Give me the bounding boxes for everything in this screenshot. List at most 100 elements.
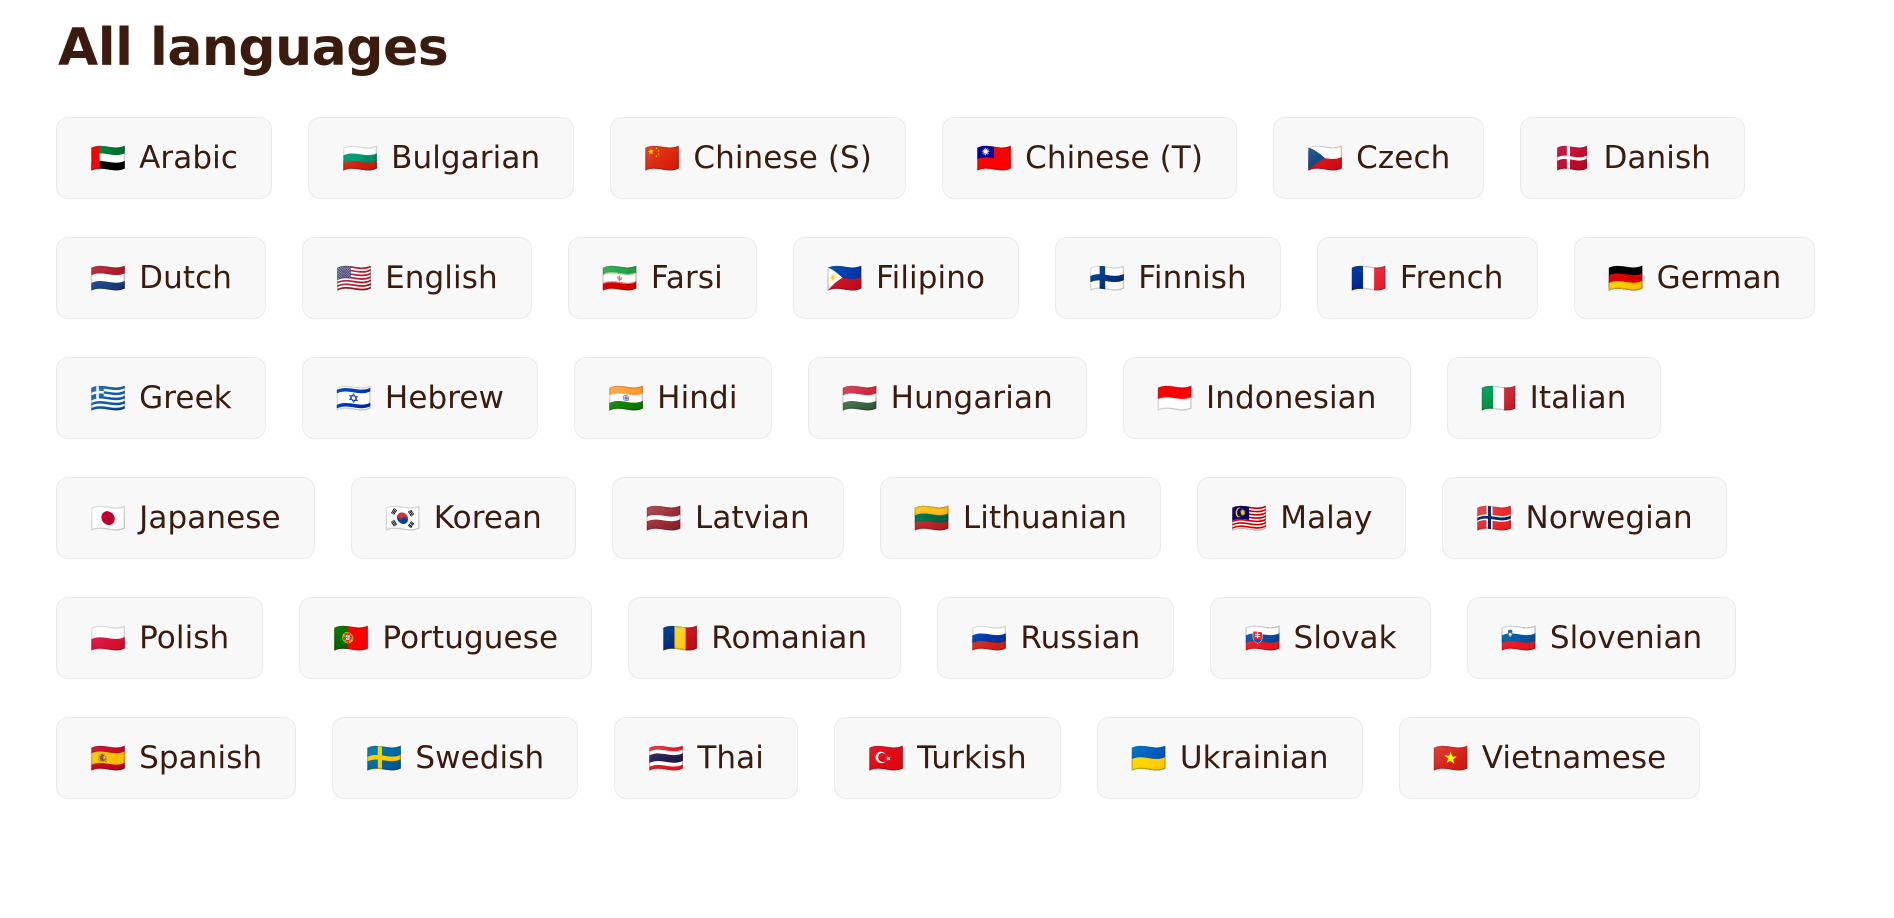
flag-greece-icon: 🇬🇷 bbox=[90, 380, 127, 415]
flag-israel-icon: 🇮🇱 bbox=[335, 380, 372, 415]
flag-china-icon: 🇨🇳 bbox=[644, 140, 681, 175]
language-chip-japanese[interactable]: 🇯🇵 Japanese bbox=[56, 477, 315, 559]
flag-sweden-icon: 🇸🇪 bbox=[366, 740, 403, 775]
language-chip-label: Russian bbox=[1020, 619, 1141, 656]
flag-spain-icon: 🇪🇸 bbox=[90, 740, 127, 775]
language-chip-label: Dutch bbox=[139, 259, 232, 296]
flag-slovenia-icon: 🇸🇮 bbox=[1500, 620, 1537, 655]
language-chip-greek[interactable]: 🇬🇷 Greek bbox=[56, 357, 266, 439]
flag-russia-icon: 🇷🇺 bbox=[971, 620, 1008, 655]
language-chip-filipino[interactable]: 🇵🇭 Filipino bbox=[792, 237, 1020, 319]
language-chip-russian[interactable]: 🇷🇺 Russian bbox=[937, 597, 1175, 679]
flag-romania-icon: 🇷🇴 bbox=[662, 620, 699, 655]
language-chip-label: Bulgarian bbox=[391, 139, 541, 176]
language-chip-label: Portuguese bbox=[382, 619, 559, 656]
language-chip-farsi[interactable]: 🇮🇷 Farsi bbox=[567, 237, 757, 319]
language-chip-label: Filipino bbox=[875, 259, 986, 296]
flag-turkey-icon: 🇹🇷 bbox=[867, 740, 905, 775]
language-chip-danish[interactable]: 🇩🇰 Danish bbox=[1520, 117, 1745, 199]
language-chip-spanish[interactable]: 🇪🇸 Spanish bbox=[56, 717, 297, 799]
flag-denmark-icon: 🇩🇰 bbox=[1554, 140, 1591, 175]
language-chip-korean[interactable]: 🇰🇷 Korean bbox=[350, 477, 576, 559]
flag-iran-icon: 🇮🇷 bbox=[601, 260, 638, 295]
language-chip-label: Korean bbox=[433, 499, 542, 536]
language-chip-indonesian[interactable]: 🇮🇩 Indonesian bbox=[1122, 357, 1411, 439]
flag-latvia-icon: 🇱🇻 bbox=[645, 500, 683, 535]
language-chip-chinese-s[interactable]: 🇨🇳 Chinese (S) bbox=[610, 117, 906, 199]
language-chip-label: Greek bbox=[139, 379, 232, 416]
language-chip-german[interactable]: 🇩🇪 German bbox=[1573, 237, 1816, 319]
language-chip-row: 🇬🇷 Greek 🇮🇱 Hebrew 🇮🇳 Hindi 🇭🇺 Hungarian 🇮🇩 Indon… bbox=[56, 357, 1838, 439]
language-chip-label: English bbox=[385, 259, 498, 296]
flag-vietnam-icon: 🇻🇳 bbox=[1432, 740, 1469, 775]
flag-france-icon: 🇫🇷 bbox=[1350, 260, 1387, 295]
language-chip-ukrainian[interactable]: 🇺🇦 Ukrainian bbox=[1096, 717, 1363, 799]
language-chip-arabic[interactable]: 🇦🇪 Arabic bbox=[56, 117, 272, 199]
language-chip-polish[interactable]: 🇵🇱 Polish bbox=[56, 597, 264, 679]
flag-malaysia-icon: 🇲🇾 bbox=[1231, 500, 1268, 535]
language-chip-vietnamese[interactable]: 🇻🇳 Vietnamese bbox=[1398, 717, 1701, 799]
language-chip-label: Turkish bbox=[917, 739, 1027, 776]
language-chip-label: French bbox=[1399, 259, 1504, 296]
language-chip-english[interactable]: 🇺🇸 English bbox=[301, 237, 532, 319]
language-chip-romanian[interactable]: 🇷🇴 Romanian bbox=[628, 597, 902, 679]
flag-united-states-icon: 🇺🇸 bbox=[335, 260, 373, 295]
flag-portugal-icon: 🇵🇹 bbox=[333, 620, 370, 655]
language-chip-row: 🇦🇪 Arabic 🇧🇬 Bulgarian 🇨🇳 Chinese (S) 🇹🇼 Chines… bbox=[56, 117, 1838, 199]
language-chip-malay[interactable]: 🇲🇾 Malay bbox=[1197, 477, 1407, 559]
language-chip-label: Indonesian bbox=[1205, 379, 1377, 416]
language-chip-label: Italian bbox=[1529, 379, 1627, 416]
language-chip-label: Hungarian bbox=[890, 379, 1053, 416]
language-chip-row: 🇪🇸 Spanish 🇸🇪 Swedish 🇹🇭 Thai 🇹🇷 Turkish 🇺🇦 Ukrai… bbox=[56, 717, 1838, 799]
language-chip-italian[interactable]: 🇮🇹 Italian bbox=[1446, 357, 1661, 439]
language-chip-label: Latvian bbox=[695, 499, 810, 536]
language-chip-label: Swedish bbox=[415, 739, 545, 776]
language-chip-latvian[interactable]: 🇱🇻 Latvian bbox=[611, 477, 844, 559]
flag-germany-icon: 🇩🇪 bbox=[1607, 260, 1644, 295]
flag-ukraine-icon: 🇺🇦 bbox=[1130, 740, 1167, 775]
language-chip-thai[interactable]: 🇹🇭 Thai bbox=[614, 717, 798, 799]
flag-japan-icon: 🇯🇵 bbox=[90, 500, 127, 535]
language-chip-label: Japanese bbox=[139, 499, 281, 536]
flag-finland-icon: 🇫🇮 bbox=[1089, 260, 1126, 295]
language-chip-swedish[interactable]: 🇸🇪 Swedish bbox=[332, 717, 579, 799]
language-chip-label: Romanian bbox=[711, 619, 868, 656]
language-chip-label: Danish bbox=[1603, 139, 1711, 176]
language-chip-slovak[interactable]: 🇸🇰 Slovak bbox=[1210, 597, 1431, 679]
language-chip-portuguese[interactable]: 🇵🇹 Portuguese bbox=[299, 597, 593, 679]
language-chip-grid: 🇦🇪 Arabic 🇧🇬 Bulgarian 🇨🇳 Chinese (S) 🇹🇼 Chines… bbox=[56, 117, 1838, 799]
flag-taiwan-icon: 🇹🇼 bbox=[976, 140, 1013, 175]
language-chip-label: Polish bbox=[139, 619, 230, 656]
language-chip-label: Norwegian bbox=[1525, 499, 1693, 536]
language-chip-chinese-t[interactable]: 🇹🇼 Chinese (T) bbox=[942, 117, 1238, 199]
language-chip-label: Spanish bbox=[139, 739, 263, 776]
language-chip-dutch[interactable]: 🇳🇱 Dutch bbox=[56, 237, 266, 319]
language-chip-lithuanian[interactable]: 🇱🇹 Lithuanian bbox=[879, 477, 1162, 559]
language-chip-slovenian[interactable]: 🇸🇮 Slovenian bbox=[1466, 597, 1737, 679]
language-chip-czech[interactable]: 🇨🇿 Czech bbox=[1273, 117, 1485, 199]
language-chip-hungarian[interactable]: 🇭🇺 Hungarian bbox=[807, 357, 1087, 439]
language-chip-label: Czech bbox=[1356, 139, 1451, 176]
flag-norway-icon: 🇳🇴 bbox=[1476, 500, 1513, 535]
language-chip-row: 🇯🇵 Japanese 🇰🇷 Korean 🇱🇻 Latvian 🇱🇹 Lithuanian 🇲… bbox=[56, 477, 1838, 559]
language-chip-label: German bbox=[1656, 259, 1782, 296]
language-chip-hebrew[interactable]: 🇮🇱 Hebrew bbox=[301, 357, 539, 439]
language-chip-label: Finnish bbox=[1138, 259, 1247, 296]
all-languages-page: All languages 🇦🇪 Arabic 🇧🇬 Bulgarian 🇨🇳 Chine… bbox=[0, 0, 1894, 918]
flag-south-korea-icon: 🇰🇷 bbox=[384, 500, 421, 535]
flag-india-icon: 🇮🇳 bbox=[608, 380, 645, 415]
language-chip-bulgarian[interactable]: 🇧🇬 Bulgarian bbox=[308, 117, 575, 199]
flag-poland-icon: 🇵🇱 bbox=[90, 620, 127, 655]
language-chip-finnish[interactable]: 🇫🇮 Finnish bbox=[1055, 237, 1281, 319]
flag-bulgaria-icon: 🇧🇬 bbox=[342, 140, 379, 175]
flag-slovakia-icon: 🇸🇰 bbox=[1244, 620, 1281, 655]
language-chip-norwegian[interactable]: 🇳🇴 Norwegian bbox=[1442, 477, 1727, 559]
language-chip-turkish[interactable]: 🇹🇷 Turkish bbox=[833, 717, 1061, 799]
language-chip-label: Hindi bbox=[657, 379, 738, 416]
language-chip-french[interactable]: 🇫🇷 French bbox=[1316, 237, 1538, 319]
language-chip-hindi[interactable]: 🇮🇳 Hindi bbox=[574, 357, 772, 439]
language-chip-label: Vietnamese bbox=[1481, 739, 1667, 776]
flag-hungary-icon: 🇭🇺 bbox=[841, 380, 878, 415]
flag-united-arab-emirates-icon: 🇦🇪 bbox=[90, 140, 127, 175]
language-chip-label: Malay bbox=[1280, 499, 1373, 536]
